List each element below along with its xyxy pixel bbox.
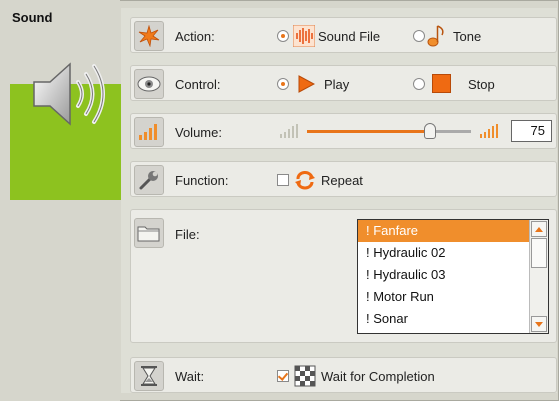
volume-slider-fill xyxy=(307,130,430,133)
volume-slider-thumb[interactable] xyxy=(424,123,436,139)
wrench-icon xyxy=(134,165,164,195)
repeat-checkbox[interactable] xyxy=(277,174,289,186)
file-list-item[interactable]: ! Fanfare xyxy=(358,220,548,242)
sound-file-icon xyxy=(292,24,316,50)
volume-low-icon xyxy=(279,123,301,142)
control-label: Control: xyxy=(175,77,221,92)
wait-row: Wait: Wait for Completion xyxy=(130,357,557,393)
volume-high-icon xyxy=(479,123,501,142)
speaker-icon xyxy=(24,44,114,144)
function-label: Function: xyxy=(175,173,229,188)
scroll-down-button[interactable] xyxy=(531,316,547,332)
volume-icon xyxy=(134,117,164,147)
action-label: Action: xyxy=(175,29,215,44)
file-label: File: xyxy=(175,227,200,242)
file-list-scrollbar[interactable] xyxy=(529,220,548,333)
checkered-flag-icon xyxy=(294,365,316,390)
tone-icon xyxy=(427,24,447,51)
volume-slider-track[interactable] xyxy=(307,130,471,133)
file-list-item[interactable]: ! Motor Run xyxy=(358,286,548,308)
file-list-item[interactable]: ! Hydraulic 02 xyxy=(358,242,548,264)
tone-radio[interactable] xyxy=(413,30,425,42)
volume-input[interactable]: 75 xyxy=(511,120,552,142)
wait-for-completion-label[interactable]: Wait for Completion xyxy=(321,369,435,384)
config-area: Action: Sound File Tone Control: Play St… xyxy=(121,8,557,393)
block-title: Sound xyxy=(12,10,53,25)
scroll-up-button[interactable] xyxy=(531,221,547,237)
chevron-up-icon xyxy=(535,226,543,232)
stop-radio[interactable] xyxy=(413,78,425,90)
block-preview-panel: Sound xyxy=(0,0,123,401)
sound-file-radio[interactable] xyxy=(277,30,289,42)
stop-label[interactable]: Stop xyxy=(468,77,495,92)
wait-label: Wait: xyxy=(175,369,205,384)
hourglass-icon xyxy=(134,361,164,391)
play-icon xyxy=(297,75,316,96)
action-row: Action: Sound File Tone xyxy=(130,17,557,53)
control-row: Control: Play Stop xyxy=(130,65,557,101)
file-list-item[interactable]: ! Sonar xyxy=(358,308,548,330)
wait-for-completion-checkbox[interactable] xyxy=(277,370,289,382)
control-icon xyxy=(134,69,164,99)
play-label[interactable]: Play xyxy=(324,77,349,92)
volume-row: Volume: 75 xyxy=(130,113,557,149)
action-icon xyxy=(134,21,164,51)
play-radio[interactable] xyxy=(277,78,289,90)
stop-icon xyxy=(432,74,451,96)
repeat-icon xyxy=(294,169,316,194)
chevron-down-icon xyxy=(535,321,543,327)
volume-label: Volume: xyxy=(175,125,222,140)
folder-icon xyxy=(134,218,164,248)
file-row: File: ! Fanfare ! Hydraulic 02 ! Hydraul… xyxy=(130,209,557,343)
sound-file-label[interactable]: Sound File xyxy=(318,29,380,44)
repeat-label[interactable]: Repeat xyxy=(321,173,363,188)
function-row: Function: Repeat xyxy=(130,161,557,197)
file-list-item[interactable]: ! Hydraulic 03 xyxy=(358,264,548,286)
tone-label[interactable]: Tone xyxy=(453,29,481,44)
file-list[interactable]: ! Fanfare ! Hydraulic 02 ! Hydraulic 03 … xyxy=(357,219,549,334)
scrollbar-thumb[interactable] xyxy=(531,238,547,268)
